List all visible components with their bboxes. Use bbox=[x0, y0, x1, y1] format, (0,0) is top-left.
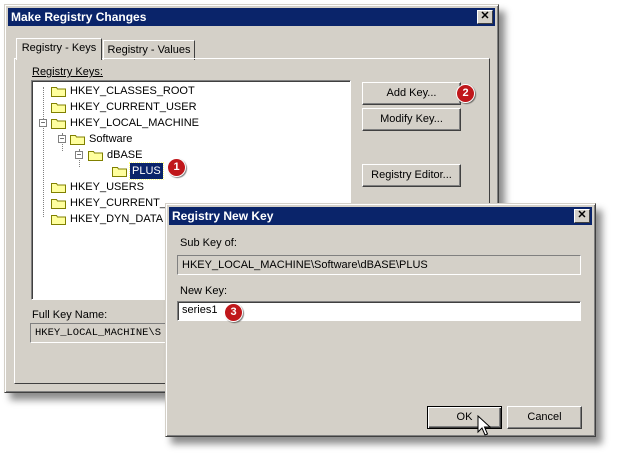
sub-key-of-field: HKEY_LOCAL_MACHINE\Software\dBASE\PLUS bbox=[177, 255, 581, 275]
add-key-button[interactable]: Add Key... bbox=[362, 82, 461, 105]
sub-key-of-label: Sub Key of: bbox=[180, 237, 237, 249]
collapse-icon[interactable]: − bbox=[75, 151, 83, 159]
close-icon[interactable]: ✕ bbox=[574, 209, 590, 223]
mouse-pointer-icon bbox=[477, 415, 491, 436]
registry-new-key-dialog: Registry New Key ✕ Sub Key of: HKEY_LOCA… bbox=[165, 203, 596, 437]
new-key-title-bar[interactable]: Registry New Key ✕ bbox=[169, 207, 592, 225]
modify-key-button[interactable]: Modify Key... bbox=[362, 108, 461, 131]
folder-open-icon bbox=[88, 151, 103, 161]
folder-icon bbox=[51, 87, 66, 97]
full-key-name-field: HKEY_LOCAL_MACHINE\S bbox=[30, 323, 180, 343]
registry-keys-label: Registry Keys: bbox=[32, 66, 103, 78]
tab-registry-values[interactable]: Registry - Values bbox=[103, 40, 195, 60]
tree-line bbox=[43, 87, 44, 217]
folder-open-icon bbox=[51, 119, 66, 129]
cancel-button[interactable]: Cancel bbox=[507, 406, 582, 429]
close-icon[interactable]: ✕ bbox=[477, 10, 493, 24]
full-key-name-label: Full Key Name: bbox=[32, 309, 108, 321]
registry-editor-button[interactable]: Registry Editor... bbox=[362, 164, 461, 187]
callout-1: 1 bbox=[167, 158, 186, 177]
new-key-label: New Key: bbox=[180, 285, 228, 297]
new-key-input-value: series1 bbox=[182, 304, 218, 316]
callout-3: 3 bbox=[224, 303, 243, 322]
collapse-icon[interactable]: − bbox=[39, 119, 47, 127]
folder-icon bbox=[51, 199, 66, 209]
collapse-icon[interactable]: − bbox=[58, 135, 66, 143]
folder-open-icon bbox=[70, 135, 85, 145]
folder-icon bbox=[51, 103, 66, 113]
folder-icon bbox=[51, 215, 66, 225]
tab-registry-keys[interactable]: Registry - Keys bbox=[16, 38, 102, 60]
main-title-bar[interactable]: Make Registry Changes ✕ bbox=[8, 8, 495, 26]
folder-icon bbox=[112, 167, 127, 177]
new-key-dialog-title: Registry New Key bbox=[172, 209, 274, 223]
main-dialog-title: Make Registry Changes bbox=[11, 10, 147, 24]
folder-icon bbox=[51, 183, 66, 193]
callout-2: 2 bbox=[456, 84, 475, 103]
selected-key-plus: PLUS bbox=[129, 162, 164, 180]
